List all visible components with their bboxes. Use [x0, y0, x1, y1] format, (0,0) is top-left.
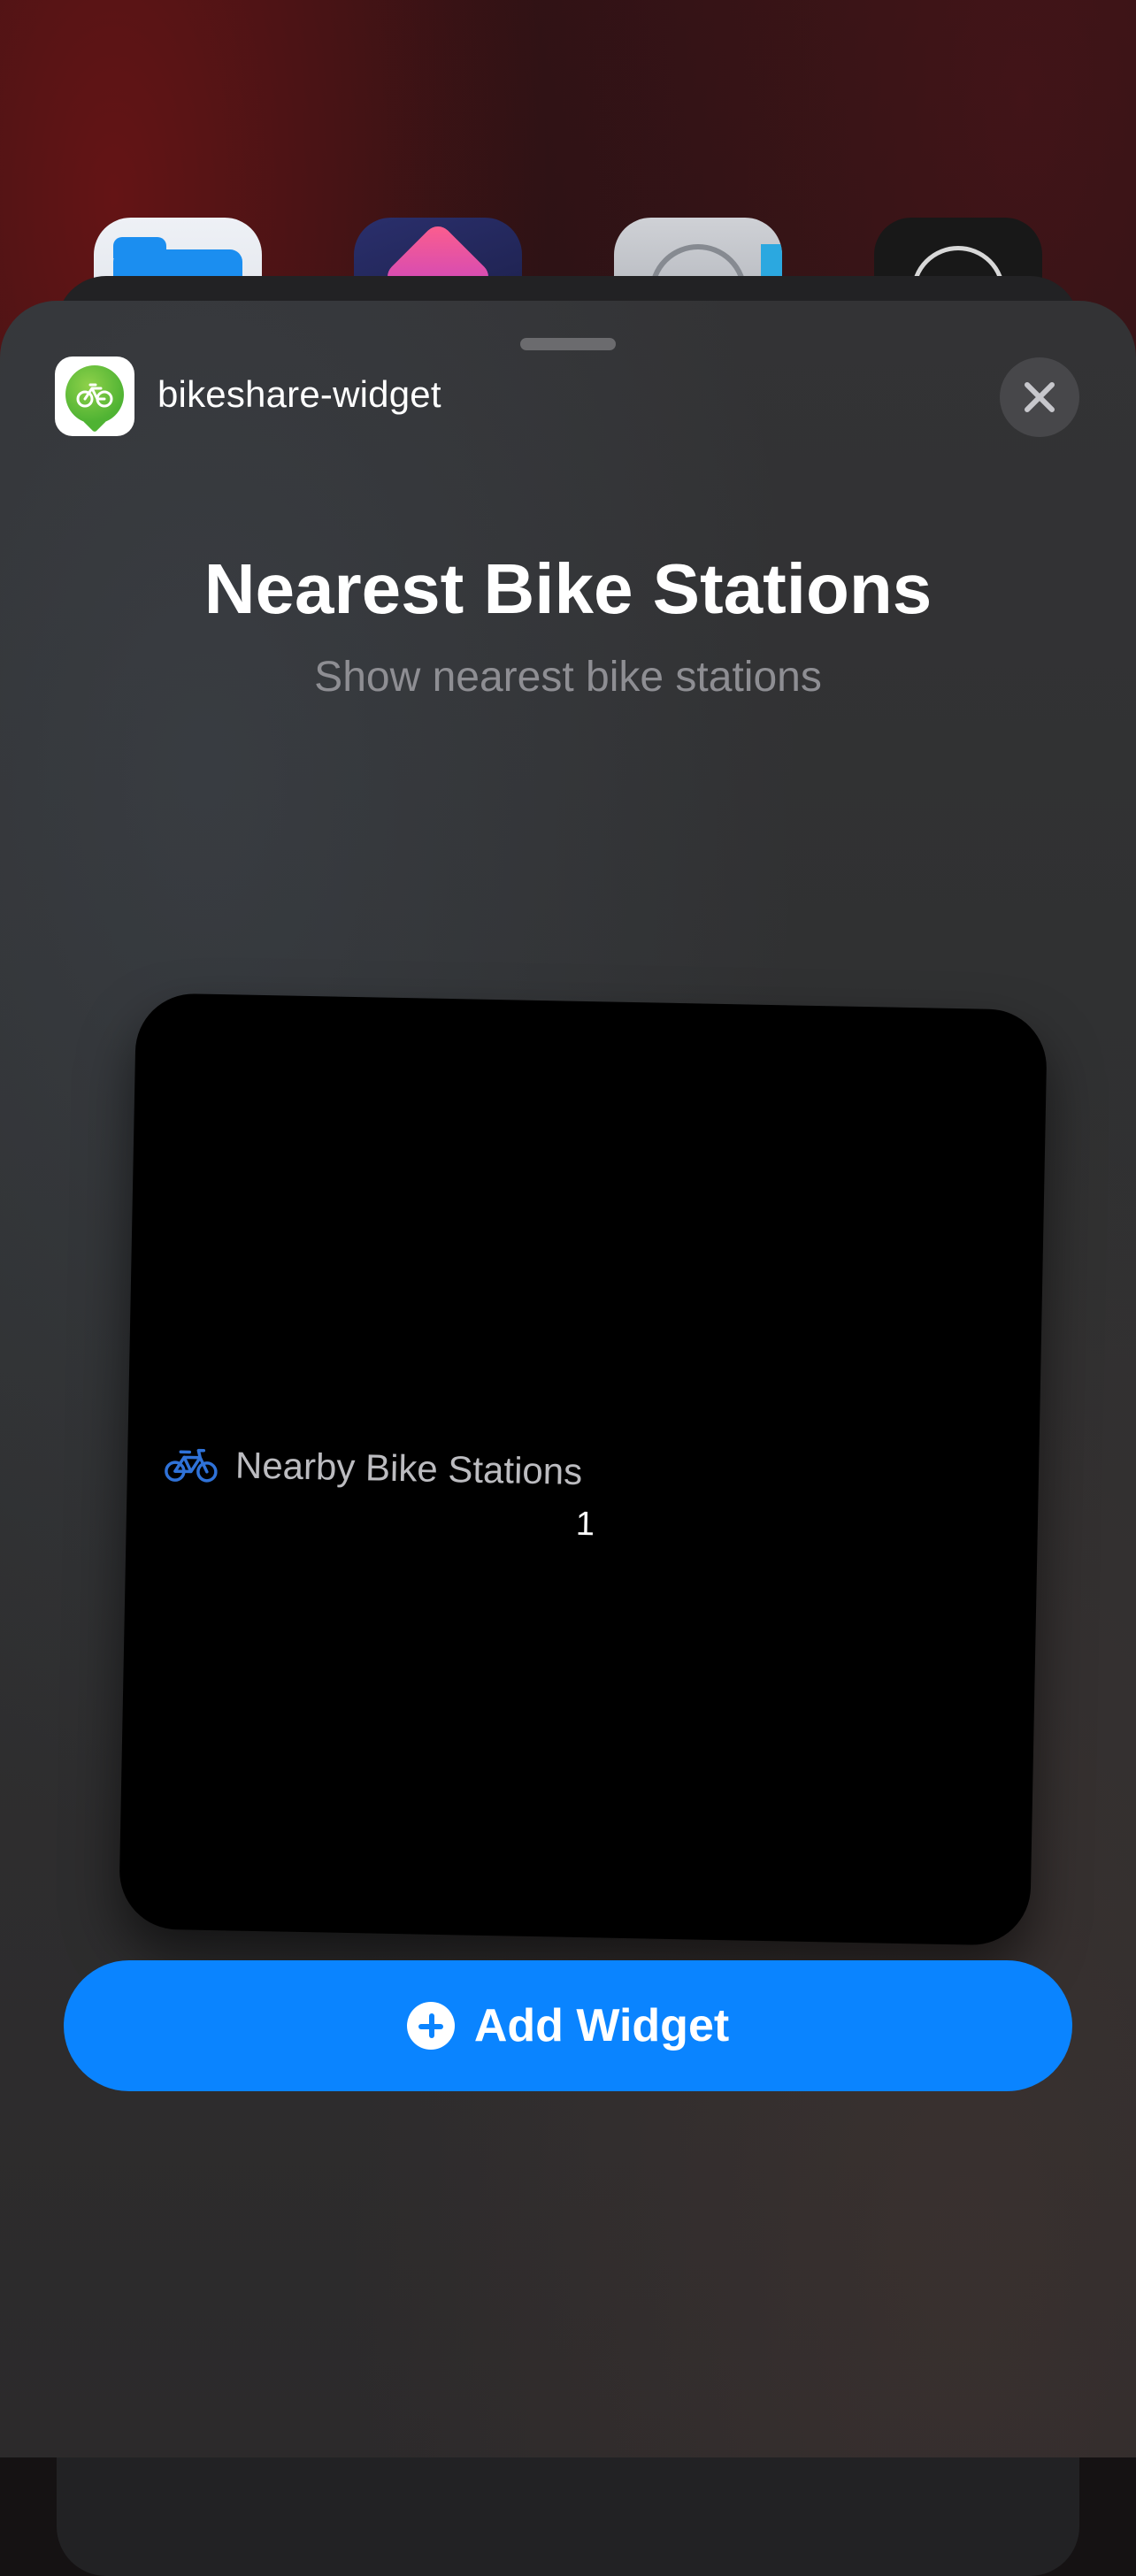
- bike-pin-icon: [55, 356, 134, 436]
- widget-label: Nearby Bike Stations: [234, 1444, 583, 1492]
- widget-subtitle: Show nearest bike stations: [314, 654, 822, 701]
- close-button[interactable]: [1000, 357, 1079, 437]
- widget-header: Nearby Bike Stations: [165, 1443, 583, 1493]
- widget-preview[interactable]: Nearby Bike Stations 1: [118, 993, 1048, 1946]
- station-count: 1: [575, 1505, 595, 1544]
- close-icon: [1025, 382, 1055, 412]
- widget-title: Nearest Bike Stations: [203, 549, 933, 628]
- app-name: bikeshare-widget: [157, 373, 441, 415]
- add-widget-button[interactable]: Add Widget: [64, 1960, 1072, 2091]
- widget-gallery-sheet: bikeshare-widget Nearest Bike Stations S…: [0, 301, 1136, 2457]
- plus-circle-icon: [406, 2002, 455, 2050]
- sheet-grabber[interactable]: [520, 338, 616, 350]
- bicycle-icon: [165, 1448, 218, 1483]
- add-widget-label: Add Widget: [473, 2000, 730, 2051]
